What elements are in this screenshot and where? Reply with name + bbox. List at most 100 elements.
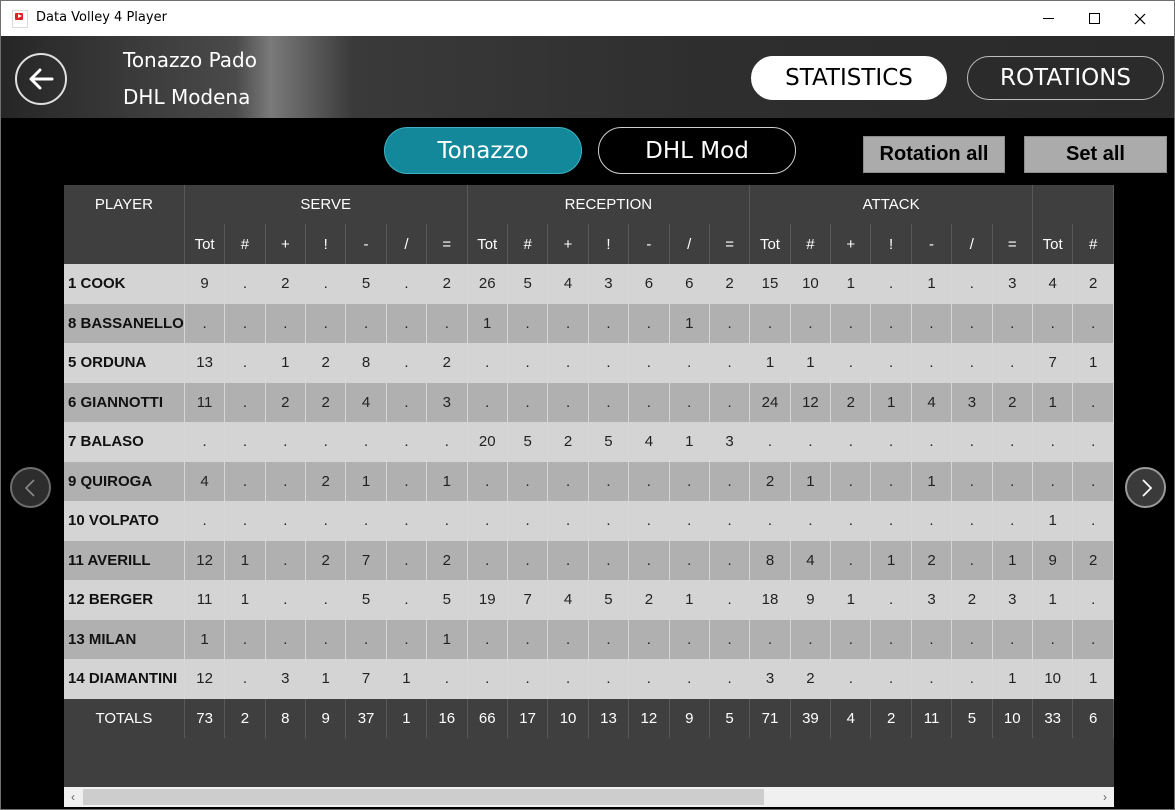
stats-table-container: PLAYER SERVE RECEPTION ATTACK Tot # +! - / = Tot… — [64, 185, 1114, 787]
stat-cell: 11 — [184, 382, 226, 422]
stat-cell: . — [386, 580, 428, 620]
group-header-row: PLAYER SERVE RECEPTION ATTACK — [64, 185, 1114, 264]
stat-cell: 1 — [749, 343, 791, 383]
stat-cell: 1 — [790, 343, 832, 383]
stat-cell: . — [1072, 619, 1114, 659]
table-row[interactable]: 6 GIANNOTTI 11. 2 2 4. 3....... 24 12 2 1 4 3 2 1. — [64, 382, 1114, 422]
stat-cell: . — [265, 501, 307, 541]
stat-cell: 2 — [790, 659, 832, 699]
stat-cell: . — [305, 303, 347, 343]
stat-cell: 24 — [749, 382, 791, 422]
stat-cell: 1 — [1032, 382, 1074, 422]
stats-table: PLAYER SERVE RECEPTION ATTACK Tot # +! - / = Tot… — [64, 185, 1114, 738]
stat-cell: 1 — [669, 303, 710, 343]
stat-cell: . — [345, 422, 387, 462]
group-header: SERVE — [184, 185, 468, 224]
horizontal-scrollbar[interactable]: ‹ › — [64, 787, 1114, 807]
match-header: Tonazzo Pado DHL Modena STATISTICS ROTAT… — [1, 36, 1174, 118]
stat-cell: 6 — [669, 264, 710, 304]
stat-cell: . — [870, 264, 912, 304]
stat-cell: . — [1032, 619, 1074, 659]
stat-cell: 3 — [709, 422, 751, 462]
player-name-cell: 11 AVERILL — [64, 540, 185, 580]
stat-cell: . — [669, 659, 710, 699]
stat-cell: . — [790, 303, 832, 343]
stat-cell: . — [992, 619, 1033, 659]
stat-cell: 5 — [507, 264, 549, 304]
stat-cell: . — [305, 619, 347, 659]
statistics-button[interactable]: STATISTICS — [751, 56, 947, 100]
stat-cell: 1 — [790, 461, 832, 501]
stat-cell: . — [992, 303, 1033, 343]
maximize-button[interactable] — [1071, 1, 1117, 36]
column-subheader: + — [547, 224, 589, 264]
stat-cell: . — [830, 422, 872, 462]
stat-cell: . — [870, 659, 912, 699]
stat-cell: 2 — [265, 264, 307, 304]
stat-cell: 1 — [224, 580, 266, 620]
scroll-left-arrow-icon[interactable]: ‹ — [64, 787, 82, 807]
stat-cell: . — [386, 382, 428, 422]
total-cell: 33 — [1032, 698, 1074, 738]
table-row[interactable]: 14 DIAMANTINI 12. 3 1 7 1........ 3 2.... 1 10 1 — [64, 659, 1114, 699]
table-row[interactable]: 5 ORDUNA 13. 1 2 8. 2....... 1 1..... 7 1 — [64, 343, 1114, 383]
rotation-filter-button[interactable]: Rotation all — [863, 136, 1005, 173]
stat-cell: 15 — [749, 264, 791, 304]
stat-cell: 10 — [1032, 659, 1074, 699]
stat-cell: 4 — [547, 580, 589, 620]
stat-cell: . — [345, 619, 387, 659]
rotations-button[interactable]: ROTATIONS — [967, 56, 1164, 100]
stat-cell: . — [628, 343, 670, 383]
stat-cell: . — [992, 422, 1033, 462]
stat-cell: 1 — [426, 461, 468, 501]
minimize-icon — [1042, 18, 1054, 19]
stat-cell: . — [507, 501, 549, 541]
stat-cell: . — [830, 343, 872, 383]
table-row[interactable]: 7 BALASO....... 20 5 2 5 4 1 3......... — [64, 422, 1114, 462]
column-subheader: Tot — [1032, 224, 1074, 264]
total-cell: 10 — [547, 698, 589, 738]
stat-cell: . — [224, 619, 266, 659]
stat-cell: . — [386, 303, 428, 343]
table-row[interactable]: 10 VOLPATO..................... 1. — [64, 501, 1114, 541]
stat-cell: . — [426, 501, 468, 541]
stat-cell: 4 — [790, 540, 832, 580]
stat-cell: 2 — [1072, 264, 1114, 304]
table-row[interactable]: 1 COOK 9. 2. 5. 2 26 5 4 3 6 6 2 15 10 1. 1. 3 4 2 — [64, 264, 1114, 304]
stat-cell: . — [1072, 422, 1114, 462]
minimize-button[interactable] — [1025, 1, 1071, 36]
stat-cell: 2 — [1072, 540, 1114, 580]
stat-cell: . — [547, 343, 589, 383]
table-row[interactable]: 13 MILAN 1..... 1................ — [64, 619, 1114, 659]
back-button[interactable] — [15, 53, 67, 105]
stat-cell: 1 — [669, 422, 710, 462]
stat-cell: . — [992, 501, 1033, 541]
next-page-button[interactable] — [1125, 467, 1166, 508]
scrollbar-thumb[interactable] — [83, 789, 764, 805]
stat-cell: . — [265, 619, 307, 659]
stat-cell: . — [951, 422, 993, 462]
stat-cell: . — [669, 382, 710, 422]
table-row[interactable]: 8 BASSANELLO....... 1.... 1.......... — [64, 303, 1114, 343]
previous-page-button[interactable] — [10, 467, 51, 508]
set-filter-button[interactable]: Set all — [1024, 136, 1167, 173]
stat-cell: . — [547, 303, 589, 343]
tab-home-team[interactable]: Tonazzo — [384, 127, 582, 174]
table-row[interactable]: 11 AVERILL 12 1. 2 7. 2....... 8 4. 1 2. 1 9 2 — [64, 540, 1114, 580]
scroll-right-arrow-icon[interactable]: › — [1096, 787, 1114, 807]
stat-cell: . — [1032, 461, 1074, 501]
close-button[interactable] — [1117, 1, 1163, 36]
table-row[interactable]: 9 QUIROGA 4.. 2 1. 1....... 2 1.. 1.... — [64, 461, 1114, 501]
stat-cell: . — [709, 580, 751, 620]
arrow-left-icon — [29, 68, 54, 90]
stat-cell: . — [749, 303, 791, 343]
table-row[interactable]: 12 BERGER 11 1.. 5. 5 19 7 4 5 2 1. 18 9 1. 3 2 3 1. — [64, 580, 1114, 620]
stat-cell: . — [628, 501, 670, 541]
stat-cell: . — [588, 461, 630, 501]
stat-cell: 7 — [507, 580, 549, 620]
column-subheader: / — [386, 224, 428, 264]
stat-cell: . — [709, 382, 751, 422]
close-icon — [1134, 13, 1146, 24]
tab-away-team[interactable]: DHL Mod — [598, 127, 796, 174]
stat-cell: . — [709, 501, 751, 541]
